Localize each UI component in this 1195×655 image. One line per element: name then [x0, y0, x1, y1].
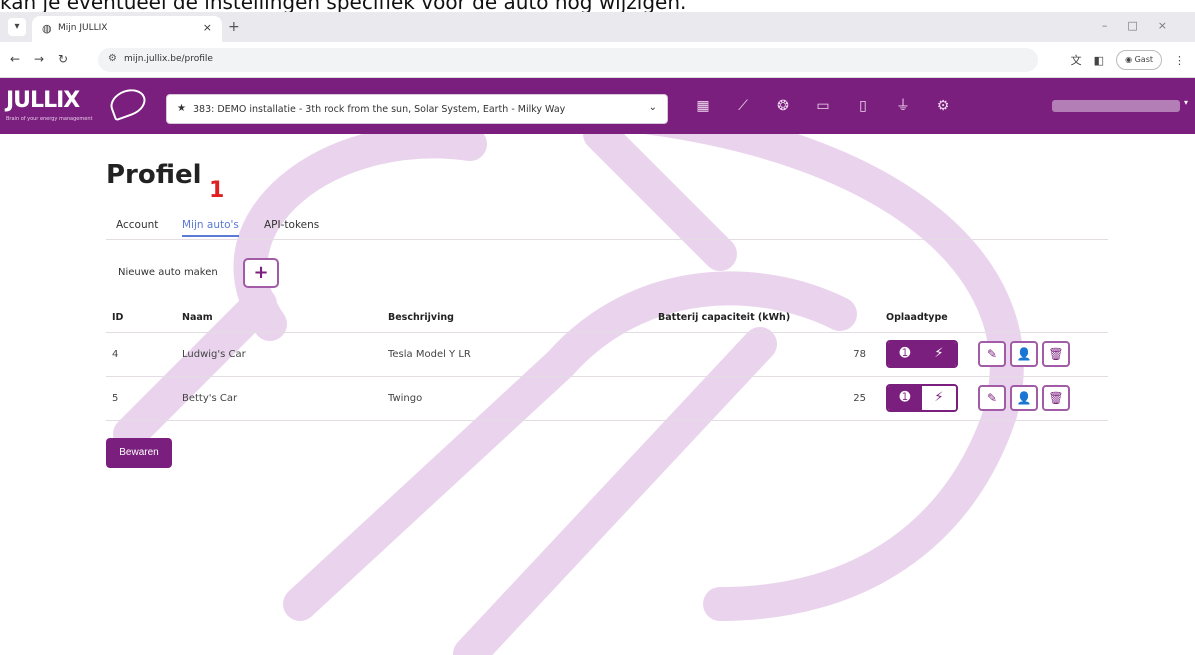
- edit-icon[interactable]: ✎: [978, 341, 1006, 367]
- delete-icon[interactable]: 🗑: [1042, 341, 1070, 367]
- gear-icon[interactable]: ⚙: [934, 97, 952, 115]
- window-controls[interactable]: –□×: [1102, 19, 1187, 32]
- new-tab-button[interactable]: +: [228, 19, 240, 35]
- tab-api-tokens[interactable]: API-tokens: [264, 219, 319, 231]
- save-button[interactable]: Bewaren: [106, 438, 172, 468]
- header-id: ID: [106, 304, 176, 333]
- cell-charge-type: ➊ ⚡: [880, 376, 972, 421]
- browser-tab-title: Mijn JULLIX: [58, 23, 108, 33]
- user-icon[interactable]: 👤: [1010, 341, 1038, 367]
- installation-select-value: 383: DEMO installatie - 3th rock from th…: [193, 104, 566, 115]
- globe-icon: ◍: [42, 22, 52, 35]
- dashboard-icon[interactable]: ▦: [694, 97, 712, 115]
- app-header: JULLIX Brain of your energy management ★…: [0, 78, 1195, 134]
- battery-icon[interactable]: ▭: [814, 97, 832, 115]
- cell-actions: ✎ 👤 🗑: [972, 332, 1108, 377]
- cars-table: ID Naam Beschrijving Batterij capaciteit…: [106, 304, 1108, 421]
- charge-type-toggle[interactable]: ➊ ⚡: [886, 384, 958, 412]
- browser-tab[interactable]: ◍ Mijn JULLIX ×: [32, 16, 222, 42]
- menu-icon[interactable]: ⋮: [1174, 54, 1185, 67]
- add-car-button[interactable]: +: [243, 258, 279, 288]
- phone-charge-icon[interactable]: ▯: [854, 97, 872, 115]
- header-capacity: Batterij capaciteit (kWh): [652, 304, 880, 333]
- profile-tabs: Account Mijn auto's API-tokens: [106, 216, 1108, 240]
- jullix-logo[interactable]: JULLIX: [6, 88, 80, 113]
- close-tab-icon[interactable]: ×: [203, 21, 212, 34]
- tab-my-cars[interactable]: Mijn auto's: [182, 219, 239, 237]
- brain-icon[interactable]: ❂: [774, 97, 792, 115]
- side-panel-icon[interactable]: ◧: [1094, 54, 1104, 67]
- url-text[interactable]: mijn.jullix.be/profile: [124, 54, 213, 64]
- chevron-down-icon: ⌄: [648, 102, 657, 113]
- forward-icon[interactable]: →: [34, 52, 44, 66]
- smart-charge-icon[interactable]: ⚡: [922, 386, 956, 410]
- header-charge-type: Oplaadtype: [880, 304, 972, 333]
- logo-tagline: Brain of your energy management: [6, 116, 93, 122]
- cell-id: 4: [106, 332, 176, 377]
- standard-charge-icon[interactable]: ➊: [888, 342, 922, 366]
- tab-account[interactable]: Account: [116, 219, 158, 231]
- table-row: 4 Ludwig's Car Tesla Model Y LR 78 ➊ ⚡ ✎…: [106, 332, 1108, 377]
- delete-icon[interactable]: 🗑: [1042, 385, 1070, 411]
- address-bar-row: ← → ↻ ⚙ mijn.jullix.be/profile 文 ◧ ◉ Gas…: [0, 42, 1195, 78]
- user-menu-caret-icon[interactable]: ▾: [1184, 98, 1188, 107]
- back-icon[interactable]: ←: [10, 52, 20, 66]
- user-menu[interactable]: [1052, 100, 1180, 112]
- reload-icon[interactable]: ↻: [58, 52, 68, 66]
- charge-type-toggle[interactable]: ➊ ⚡: [886, 340, 958, 368]
- cell-id: 5: [106, 376, 176, 421]
- standard-charge-icon[interactable]: ➊: [888, 386, 922, 410]
- cell-actions: ✎ 👤 🗑: [972, 376, 1108, 421]
- cell-description: Twingo: [382, 376, 652, 421]
- cell-name: Betty's Car: [176, 376, 382, 421]
- cell-name: Ludwig's Car: [176, 332, 382, 377]
- cell-capacity: 25: [652, 376, 880, 421]
- plug-icon[interactable]: ⏚: [894, 97, 912, 115]
- site-info-icon[interactable]: ⚙: [108, 53, 117, 64]
- user-icon[interactable]: 👤: [1010, 385, 1038, 411]
- page-title: Profiel: [106, 160, 202, 190]
- header-name: Naam: [176, 304, 382, 333]
- header-actions: [972, 304, 1108, 333]
- main-content: Profiel 1 Account Mijn auto's API-tokens…: [0, 134, 1195, 655]
- url-bar[interactable]: ⚙ mijn.jullix.be/profile: [98, 48, 1038, 72]
- chart-icon[interactable]: ⟋: [734, 97, 752, 115]
- cell-charge-type: ➊ ⚡: [880, 332, 972, 377]
- browser-tab-strip: ▾ ◍ Mijn JULLIX × + –□×: [0, 12, 1195, 42]
- guest-label: Gast: [1134, 55, 1153, 64]
- translate-icon[interactable]: 文: [1071, 52, 1082, 68]
- table-header-row: ID Naam Beschrijving Batterij capaciteit…: [106, 304, 1108, 333]
- cell-description: Tesla Model Y LR: [382, 332, 652, 377]
- tab-search-icon[interactable]: ▾: [8, 18, 26, 36]
- installation-select[interactable]: ★ 383: DEMO installatie - 3th rock from …: [166, 94, 668, 124]
- page-caption: kan je eventueel de instellingen specifi…: [0, 0, 687, 12]
- star-icon: ★: [177, 103, 186, 114]
- table-row: 5 Betty's Car Twingo 25 ➊ ⚡ ✎ 👤 🗑: [106, 376, 1108, 421]
- cell-capacity: 78: [652, 332, 880, 377]
- edit-icon[interactable]: ✎: [978, 385, 1006, 411]
- smart-charge-icon[interactable]: ⚡: [922, 342, 956, 366]
- new-car-label: Nieuwe auto maken: [118, 267, 218, 278]
- header-description: Beschrijving: [382, 304, 652, 333]
- step-marker: 1: [209, 178, 225, 203]
- guest-profile-button[interactable]: ◉ Gast: [1116, 50, 1162, 70]
